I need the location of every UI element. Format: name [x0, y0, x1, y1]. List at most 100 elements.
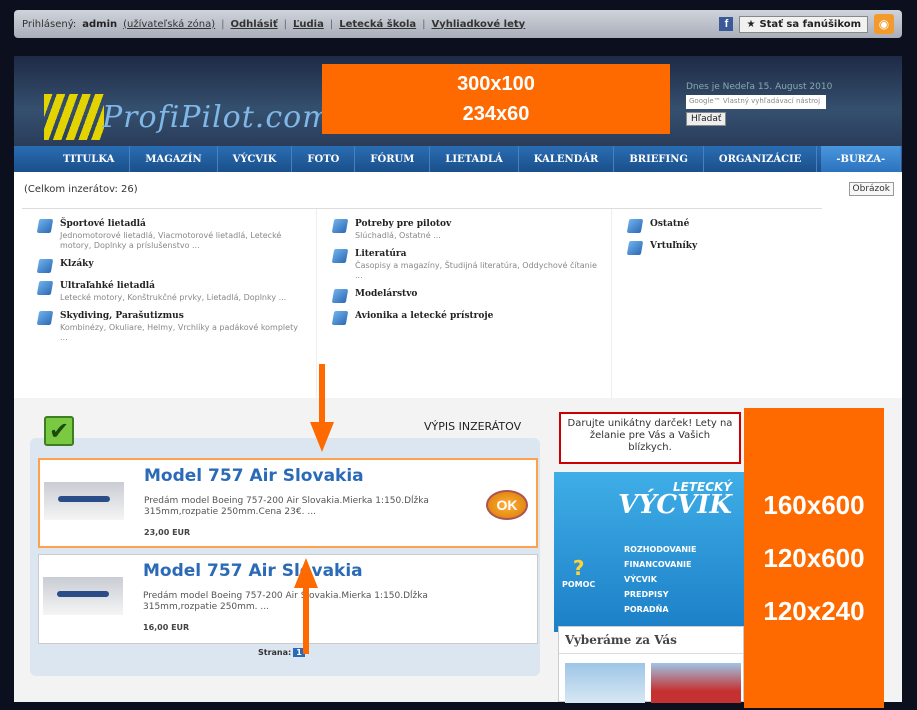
category-title[interactable]: Ultraľahké lietadlá — [60, 281, 286, 291]
nav-magazin[interactable]: MAGAZÍN — [130, 146, 218, 172]
skyscraper-ad-size: 160x600 — [763, 489, 865, 520]
rss-icon[interactable]: ◉ — [874, 14, 894, 34]
training-menu-item[interactable]: PREDPISY — [624, 587, 696, 602]
sightseeing-flights-link[interactable]: Vyhliadkové lety — [432, 19, 526, 30]
facebook-icon[interactable]: f — [719, 17, 734, 31]
site-logo[interactable]: ProfiPilot.com — [44, 86, 331, 142]
listing-item[interactable]: Model 757 Air Slovakia Predám model Boei… — [38, 554, 538, 644]
category-item[interactable]: Klzáky — [36, 259, 302, 273]
category-title[interactable]: Ostatné — [650, 219, 689, 229]
flight-school-link[interactable]: Letecká škola — [339, 19, 416, 30]
category-item[interactable]: Ultraľahké lietadlá Letecké motory, Konšt… — [36, 281, 302, 303]
nav-kalendar[interactable]: KALENDÁR — [519, 146, 615, 172]
pagination-label: Strana: — [258, 648, 292, 657]
category-item[interactable]: Avionika a letecké prístroje — [331, 311, 597, 325]
banner-ad-line2: 234x60 — [462, 103, 530, 125]
listing-price: 23,00 EUR — [144, 528, 191, 537]
category-title[interactable]: Vrtuľníky — [650, 241, 697, 251]
listing-description: Predám model Boeing 757-200 Air Slovakia… — [143, 591, 428, 612]
image-view-button[interactable]: Obrázok — [848, 182, 894, 196]
help-block[interactable]: ? POMOC — [562, 556, 595, 589]
ok-button[interactable]: OK — [486, 490, 528, 520]
banner-ad[interactable]: 300x100 234x60 — [322, 64, 670, 134]
separator: | — [221, 18, 225, 30]
category-item[interactable]: Literatúra Časopisy a magazíny, Študijná … — [331, 249, 597, 281]
category-title[interactable]: Modelárstvo — [355, 289, 417, 299]
nav-titulka[interactable]: TITULKA — [48, 146, 131, 172]
featured-box: Vyberáme za Vás — [558, 626, 744, 703]
category-item[interactable]: Potreby pre pilotov Slúchadlá, Ostatné ..… — [331, 219, 597, 241]
nav-organizacie[interactable]: ORGANIZÁCIE — [704, 146, 818, 172]
gift-promo-box[interactable]: Darujte unikátny darček! Lety na želanie… — [559, 412, 741, 464]
nav-forum[interactable]: FÓRUM — [355, 146, 431, 172]
become-fan-button[interactable]: ★ Stať sa fanúšikom — [739, 15, 868, 33]
category-title[interactable]: Skydiving, Parašutizmus — [60, 311, 302, 321]
category-icon — [331, 289, 349, 303]
listing-item[interactable]: Model 757 Air Slovakia Predám model Boei… — [38, 458, 538, 548]
checklist-icon: ✔ — [44, 416, 74, 446]
logout-link[interactable]: Odhlásiť — [231, 19, 278, 30]
training-banner-title: VÝCVIK — [618, 490, 732, 520]
category-title[interactable]: Klzáky — [60, 259, 94, 269]
arrow-up-icon — [294, 558, 318, 654]
logo-text: ProfiPilot.com — [102, 100, 332, 135]
listing-thumbnail[interactable] — [44, 482, 124, 520]
category-title[interactable]: Literatúra — [355, 249, 597, 259]
user-zone-link[interactable]: (užívateľská zóna) — [123, 19, 215, 30]
help-label: POMOC — [562, 580, 596, 589]
arrow-down-icon — [310, 364, 334, 452]
training-banner[interactable]: LETECKÝ VÝCVIK ? POMOC ROZHODOVANIE FINA… — [554, 472, 744, 632]
search-button[interactable]: Hľadať — [686, 112, 727, 126]
category-column: Potreby pre pilotov Slúchadlá, Ostatné ..… — [317, 209, 612, 404]
training-menu: ROZHODOVANIE FINANCOVANIE VÝCVIK PREDPIS… — [624, 542, 696, 617]
category-icon — [626, 241, 644, 255]
category-column: Športové lietadlá Jednomotorové lietadlá,… — [22, 209, 317, 404]
separator: | — [329, 18, 334, 30]
training-menu-item[interactable]: VÝCVIK — [624, 572, 696, 587]
main-content: (Celkom inzerátov: 26) Obrázok Športové … — [14, 172, 902, 708]
listing-price: 16,00 EUR — [143, 623, 190, 632]
featured-image[interactable] — [651, 663, 741, 703]
current-date: Dnes je Nedeľa 15. August 2010 — [686, 82, 833, 92]
top-bar: Prihlásený: admin (užívateľská zóna) | O… — [14, 10, 902, 38]
category-item[interactable]: Športové lietadlá Jednomotorové lietadlá,… — [36, 219, 302, 251]
listing-thumbnail[interactable] — [43, 577, 123, 615]
nav-vycvik[interactable]: VÝCVIK — [218, 146, 293, 172]
category-title[interactable]: Potreby pre pilotov — [355, 219, 451, 229]
nav-lietadla[interactable]: LIETADLÁ — [430, 146, 519, 172]
google-search-input[interactable]: Google™ Vlastný vyhľadávací nástroj — [686, 95, 826, 109]
category-item[interactable]: Vrtuľníky — [626, 241, 798, 255]
category-item[interactable]: Skydiving, Parašutizmus Kombinézy, Okulia… — [36, 311, 302, 343]
nav-burza[interactable]: -BURZA- — [821, 146, 902, 172]
username: admin — [82, 18, 118, 30]
category-icon — [331, 311, 349, 325]
listing-title[interactable]: Model 757 Air Slovakia — [144, 466, 364, 486]
category-icon — [36, 281, 54, 295]
training-menu-item[interactable]: ROZHODOVANIE — [624, 542, 696, 557]
featured-image[interactable] — [565, 663, 645, 703]
category-title[interactable]: Športové lietadlá — [60, 219, 302, 229]
category-icon — [626, 219, 644, 233]
become-fan-label: Stať sa fanúšikom — [759, 18, 861, 30]
featured-title: Vyberáme za Vás — [559, 627, 743, 654]
category-subcategories: Jednomotorové lietadlá, Viacmotorové lie… — [60, 231, 282, 250]
nav-briefing[interactable]: BRIEFING — [614, 146, 704, 172]
listing-title[interactable]: Model 757 Air Slovakia — [143, 561, 363, 581]
skyscraper-ad[interactable]: 160x600 120x600 120x240 — [744, 408, 884, 708]
separator: | — [283, 18, 288, 30]
category-subcategories: Kombinézy, Okuliare, Helmy, Vrchlíky a p… — [60, 323, 298, 342]
nav-foto[interactable]: FOTO — [292, 146, 356, 172]
category-title[interactable]: Avionika a letecké prístroje — [355, 311, 493, 321]
training-menu-item[interactable]: FINANCOVANIE — [624, 557, 696, 572]
category-icon — [331, 219, 349, 233]
logo-stripes — [44, 94, 104, 140]
category-icon — [36, 259, 54, 273]
people-link[interactable]: Ľudia — [293, 19, 324, 30]
listing-heading: VÝPIS INZERÁTOV — [424, 420, 522, 433]
category-item[interactable]: Ostatné — [626, 219, 798, 233]
training-menu-item[interactable]: PORADŇA — [624, 602, 696, 617]
category-item[interactable]: Modelárstvo — [331, 289, 597, 303]
category-subcategories: Letecké motory, Konštrukčné prvky, Lieta… — [60, 293, 287, 302]
category-column: Ostatné Vrtuľníky — [612, 209, 812, 404]
date-search-block: Dnes je Nedeľa 15. August 2010 Google™ V… — [686, 82, 886, 126]
